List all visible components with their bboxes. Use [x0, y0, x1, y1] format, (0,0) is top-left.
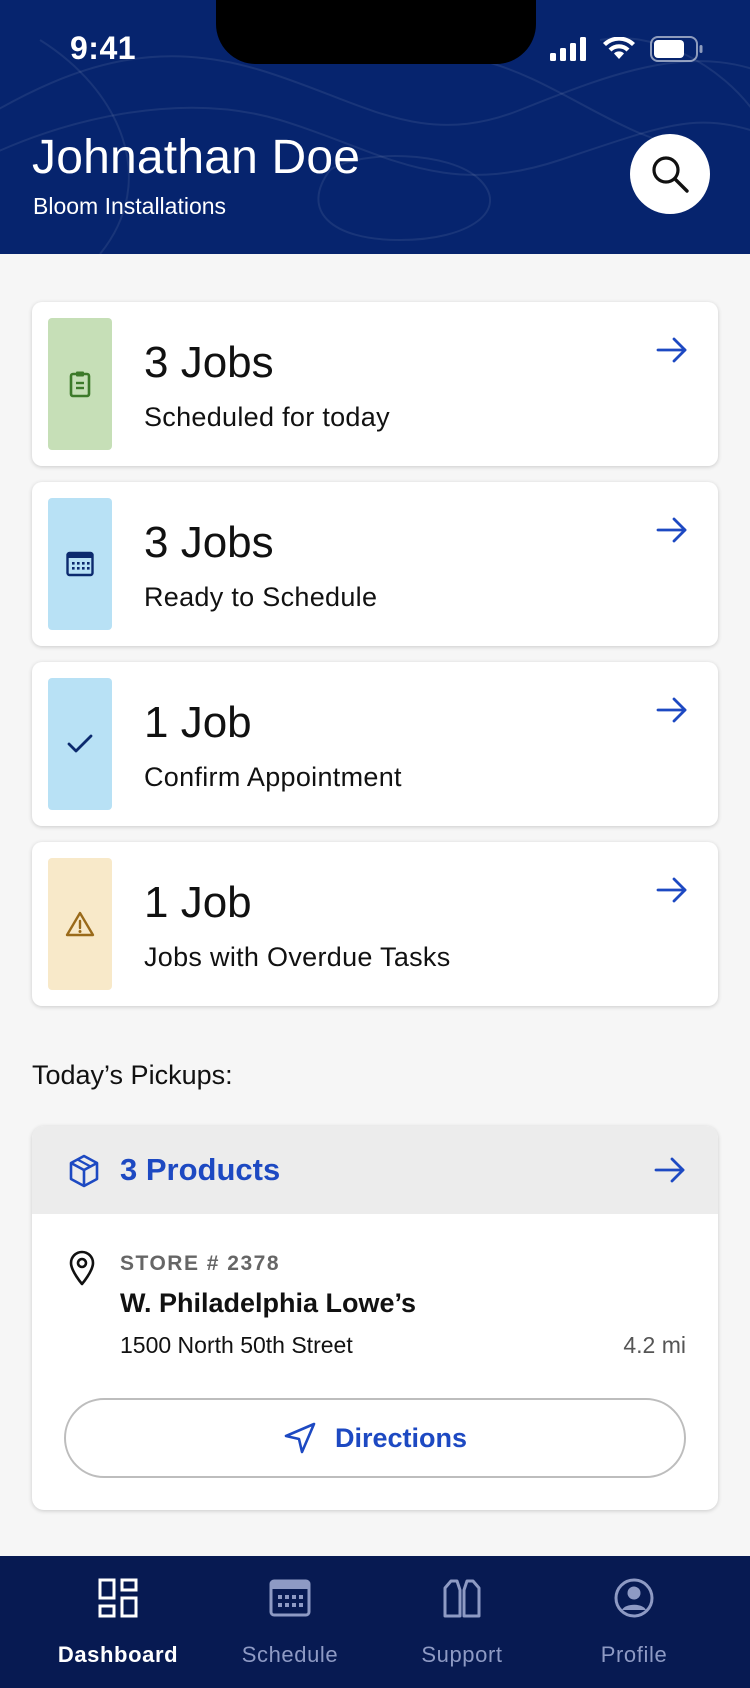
job-count: 1 Job: [144, 698, 252, 747]
location-pin-icon: [69, 1250, 95, 1286]
arrow-right-icon: [656, 877, 687, 903]
dashboard-icon: [98, 1578, 138, 1618]
directions-label: Directions: [334, 1422, 468, 1453]
job-card-overdue-tasks[interactable]: 1 Job Jobs with Overdue Tasks: [32, 842, 718, 1006]
nav-label: Profile: [600, 1642, 668, 1667]
device-notch: [216, 0, 536, 64]
bottom-navigation: Dashboard Schedule Support Profile: [0, 1556, 750, 1688]
job-card-scheduled-today[interactable]: 3 Jobs Scheduled for today: [32, 302, 718, 466]
arrow-right-icon: [656, 517, 687, 543]
store-distance: 4.2 mi: [623, 1332, 686, 1358]
nav-item-schedule[interactable]: Schedule: [204, 1556, 376, 1688]
store-name: W. Philadelphia Lowe’s: [120, 1288, 417, 1318]
job-description: Jobs with Overdue Tasks: [144, 942, 451, 972]
store-address: 1500 North 50th Street: [120, 1332, 353, 1358]
job-description: Ready to Schedule: [144, 582, 378, 612]
nav-label: Support: [421, 1642, 503, 1667]
profile-icon: [614, 1578, 654, 1618]
job-count: 3 Jobs: [144, 518, 274, 567]
status-time: 9:41: [70, 30, 137, 66]
status-icons: [550, 36, 704, 62]
calendar-icon: [269, 1579, 311, 1617]
calendar-icon: [66, 551, 94, 577]
search-button[interactable]: [630, 134, 710, 214]
job-description: Confirm Appointment: [144, 762, 402, 792]
package-icon: [69, 1154, 99, 1188]
support-icon: [443, 1579, 481, 1618]
warning-icon: [65, 911, 95, 937]
products-count: 3 Products: [120, 1152, 281, 1187]
job-card-accent: [48, 498, 112, 630]
user-name: Johnathan Doe: [32, 131, 361, 184]
battery-icon: [650, 36, 703, 62]
arrow-right-icon: [654, 1157, 685, 1183]
job-count: 3 Jobs: [144, 338, 274, 387]
nav-item-support[interactable]: Support: [376, 1556, 548, 1688]
job-card-accent: [48, 318, 112, 450]
navigation-arrow-icon: [284, 1422, 316, 1454]
nav-label: Dashboard: [57, 1642, 179, 1667]
pickup-products-header[interactable]: 3 Products: [32, 1126, 718, 1214]
arrow-right-icon: [656, 337, 687, 363]
clipboard-icon: [69, 371, 91, 398]
nav-item-dashboard[interactable]: Dashboard: [32, 1556, 204, 1688]
nav-item-profile[interactable]: Profile: [548, 1556, 720, 1688]
cellular-signal-icon: [550, 37, 586, 61]
wifi-icon: [603, 37, 635, 59]
job-description: Scheduled for today: [144, 402, 390, 432]
arrow-right-icon: [656, 697, 687, 723]
check-icon: [67, 734, 93, 753]
job-card-accent: [48, 858, 112, 990]
pickup-card: 3 Products STORE # 2378 W. Philadelphia …: [32, 1126, 718, 1510]
job-card-accent: [48, 678, 112, 810]
job-card-ready-to-schedule[interactable]: 3 Jobs Ready to Schedule: [32, 482, 718, 646]
search-icon: [652, 156, 689, 193]
store-number: STORE # 2378: [120, 1252, 281, 1275]
company-name: Bloom Installations: [33, 193, 227, 219]
job-count: 1 Job: [144, 878, 252, 927]
directions-button[interactable]: Directions: [64, 1398, 686, 1478]
pickups-section-title: Today’s Pickups:: [32, 1060, 233, 1090]
app-header: 9:41 Johnathan Doe Bloom Installations: [0, 0, 750, 254]
job-card-confirm-appointment[interactable]: 1 Job Confirm Appointment: [32, 662, 718, 826]
nav-label: Schedule: [241, 1642, 339, 1667]
